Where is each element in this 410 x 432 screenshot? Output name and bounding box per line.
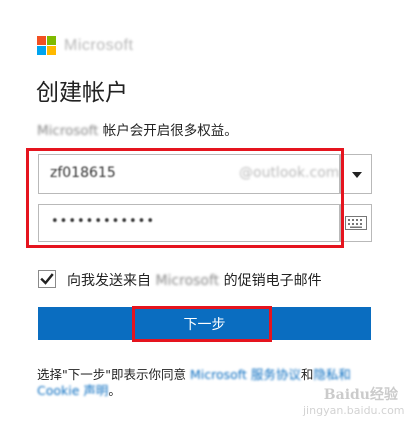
- terms-middle: 和: [300, 367, 314, 382]
- logo-wordmark: Microsoft: [64, 37, 134, 54]
- promo-checkbox[interactable]: [38, 270, 56, 288]
- terms-suffix: 。: [108, 383, 121, 398]
- baidu-watermark: Baidu经验 jingyan.baidu.com: [303, 384, 405, 420]
- check-icon: [40, 273, 54, 285]
- page-subtitle: Microsoft 帐户会开启很多权益。: [37, 119, 238, 139]
- terms-prefix: 选择"下一步"即表示你同意: [37, 367, 190, 382]
- subtitle-text: 帐户会开启很多权益。: [98, 123, 238, 139]
- keyboard-icon: [345, 216, 367, 230]
- windows-logo-icon: [37, 36, 57, 56]
- promo-label-brand: Microsoft: [155, 273, 220, 289]
- promo-checkbox-label: 向我发送来自 Microsoft 的促销电子邮件: [67, 270, 322, 290]
- page-title: 创建帐户: [36, 80, 128, 106]
- promo-label-suffix: 的促销电子邮件: [219, 273, 322, 289]
- highlight-inputs-box: [26, 148, 344, 248]
- chevron-down-icon: [352, 172, 362, 178]
- promo-label-prefix: 向我发送来自: [67, 273, 156, 289]
- keyboard-button[interactable]: [340, 204, 372, 242]
- highlight-next-box: [132, 306, 272, 342]
- watermark-brand: Baidu经验: [323, 387, 398, 403]
- service-agreement-link[interactable]: Microsoft 服务协议: [190, 367, 301, 382]
- microsoft-logo: Microsoft: [37, 36, 162, 56]
- subtitle-brand: Microsoft: [37, 123, 99, 139]
- domain-dropdown-button[interactable]: [340, 154, 372, 194]
- watermark-url: jingyan.baidu.com: [303, 404, 405, 417]
